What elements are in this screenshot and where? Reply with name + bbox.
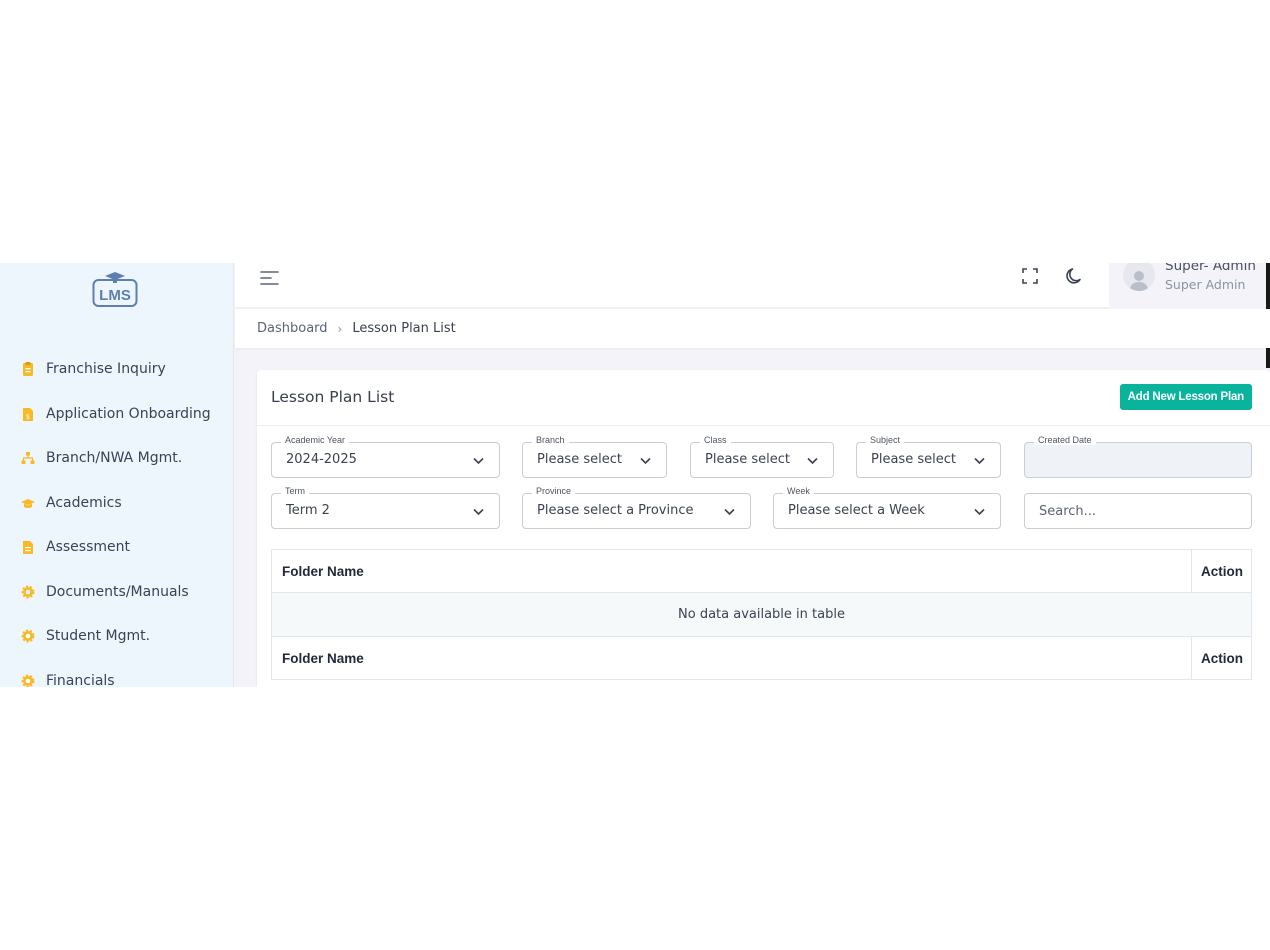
breadcrumb: Dashboard › Lesson Plan List	[235, 309, 1270, 348]
document-icon	[20, 539, 36, 555]
term-select[interactable]: Term Term 2	[271, 486, 500, 529]
chevron-down-icon	[807, 457, 818, 465]
created-date-field: Created Date	[1024, 435, 1252, 478]
user-name: Super- Admin	[1165, 263, 1256, 274]
add-new-lesson-plan-button[interactable]: Add New Lesson Plan	[1119, 384, 1252, 410]
gear-icon	[20, 673, 36, 687]
field-label: Subject	[866, 435, 905, 445]
chevron-down-icon	[473, 508, 484, 516]
sidebar-item-label: Assessment	[46, 539, 130, 556]
page-title: Lesson Plan List	[271, 388, 395, 406]
chevron-down-icon	[640, 457, 651, 465]
field-value: Please select	[537, 452, 622, 467]
sidebar-item-branch-nwa[interactable]: Branch/NWA Mgmt.	[0, 436, 234, 481]
field-value: Please select a Week	[788, 503, 925, 518]
sidebar-item-label: Student Mgmt.	[46, 628, 151, 645]
footer-header-folder-name: Folder Name	[271, 636, 1192, 680]
sidebar-item-label: Financials	[46, 672, 115, 687]
search-input[interactable]	[1024, 493, 1252, 529]
chevron-down-icon	[473, 457, 484, 465]
sidebar-item-assessment[interactable]: Assessment	[0, 525, 234, 570]
lms-logo[interactable]: LMS	[92, 270, 138, 308]
province-select[interactable]: Province Please select a Province	[522, 486, 751, 529]
dark-mode-moon-icon[interactable]	[1064, 265, 1086, 287]
sidebar-item-financials[interactable]: Financials	[0, 659, 234, 687]
user-profile-dropdown[interactable]: Super- Admin Super Admin	[1109, 263, 1270, 308]
field-value: Please select a Province	[537, 503, 694, 518]
column-header-action[interactable]: Action	[1191, 549, 1252, 593]
field-value: Term 2	[286, 503, 330, 518]
field-label: Academic Year	[281, 435, 350, 445]
table-header-row: Folder Name Action	[271, 549, 1252, 593]
chevron-right-icon: ›	[337, 321, 343, 336]
field-label: Class	[700, 435, 731, 445]
sidebar-item-label: Branch/NWA Mgmt.	[46, 450, 183, 467]
sidebar-item-student-mgmt[interactable]: Student Mgmt.	[0, 614, 234, 659]
breadcrumb-dashboard-link[interactable]: Dashboard	[257, 321, 328, 336]
academic-year-select[interactable]: Academic Year 2024-2025	[271, 435, 500, 478]
field-value: Please select	[871, 452, 956, 467]
chevron-down-icon	[974, 457, 985, 465]
lesson-plan-card: Lesson Plan List Add New Lesson Plan Aca…	[257, 370, 1270, 687]
document-dollar-icon: $	[20, 406, 36, 422]
subject-select[interactable]: Subject Please select	[856, 435, 1001, 478]
app-viewport: LMS Franchise Inquiry $ Application Onbo…	[0, 263, 1270, 687]
chevron-down-icon	[974, 508, 985, 516]
sidebar-item-label: Franchise Inquiry	[46, 361, 166, 378]
graduation-cap-icon	[20, 495, 36, 511]
sidebar: LMS Franchise Inquiry $ Application Onbo…	[0, 263, 234, 687]
gear-icon	[20, 628, 36, 644]
column-header-folder-name[interactable]: Folder Name	[271, 549, 1192, 593]
footer-header-action: Action	[1191, 636, 1252, 680]
avatar	[1123, 263, 1155, 291]
sidebar-item-label: Application Onboarding	[46, 405, 211, 422]
hamburger-menu-icon[interactable]	[259, 267, 281, 289]
sitemap-icon	[20, 450, 36, 466]
field-label: Week	[783, 486, 814, 496]
chevron-down-icon	[724, 508, 735, 516]
svg-text:$: $	[26, 413, 30, 421]
sidebar-item-label: Documents/Manuals	[46, 583, 189, 600]
sidebar-item-academics[interactable]: Academics	[0, 481, 234, 526]
sidebar-item-application-onboarding[interactable]: $ Application Onboarding	[0, 392, 234, 437]
lesson-plan-table: Folder Name Action No data available in …	[271, 549, 1252, 680]
field-label: Branch	[532, 435, 569, 445]
svg-text:LMS: LMS	[99, 287, 131, 304]
sidebar-menu: Franchise Inquiry $ Application Onboardi…	[0, 347, 234, 687]
field-value: Please select	[705, 452, 790, 467]
user-role: Super Admin	[1165, 277, 1246, 292]
topbar: Super- Admin Super Admin	[235, 263, 1270, 368]
card-header: Lesson Plan List Add New Lesson Plan	[257, 370, 1270, 426]
breadcrumb-current: Lesson Plan List	[352, 321, 456, 336]
table-row: No data available in table	[271, 592, 1252, 637]
field-value: 2024-2025	[286, 452, 357, 467]
field-label: Province	[532, 486, 576, 496]
week-select[interactable]: Week Please select a Week	[773, 486, 1001, 529]
sidebar-item-label: Academics	[46, 494, 122, 511]
table-footer-row: Folder Name Action	[271, 636, 1252, 680]
field-label: Term	[281, 486, 309, 496]
sidebar-item-documents-manuals[interactable]: Documents/Manuals	[0, 570, 234, 615]
class-select[interactable]: Class Please select	[690, 435, 834, 478]
gear-icon	[20, 584, 36, 600]
fullscreen-icon[interactable]	[1020, 266, 1040, 286]
clipboard-icon	[20, 361, 36, 377]
branch-select[interactable]: Branch Please select	[522, 435, 667, 478]
sidebar-item-franchise-inquiry[interactable]: Franchise Inquiry	[0, 347, 234, 392]
field-label: Created Date	[1034, 435, 1096, 445]
empty-table-message: No data available in table	[271, 592, 1252, 637]
